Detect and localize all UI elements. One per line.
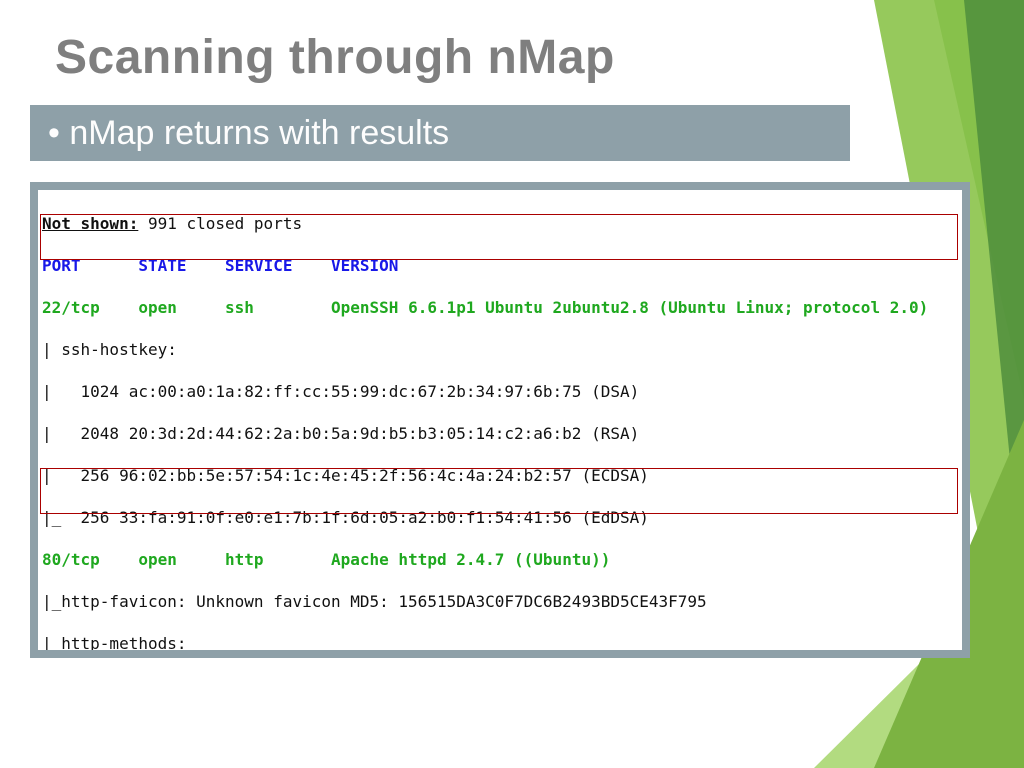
slide-subtitle: • nMap returns with results [30, 105, 850, 161]
svc-80: http [225, 550, 264, 569]
ssh-key-rsa: | 2048 20:3d:2d:44:62:2a:b0:5a:9d:b5:b3:… [42, 423, 958, 444]
terminal-output: Not shown: 991 closed ports PORT STATE S… [38, 190, 962, 650]
col-version: VERSION [331, 256, 398, 275]
ssh-hostkey-label: | ssh-hostkey: [42, 339, 958, 360]
state-22: open [138, 298, 177, 317]
slide-title: Scanning through nMap [55, 30, 615, 85]
not-shown-value: 991 closed ports [138, 214, 302, 233]
port-80: 80/tcp [42, 550, 100, 569]
port-22: 22/tcp [42, 298, 100, 317]
col-state: STATE [138, 256, 186, 275]
ssh-key-ecdsa: | 256 96:02:bb:5e:57:54:1c:4e:45:2f:56:4… [42, 465, 958, 486]
ver-22: OpenSSH 6.6.1p1 Ubuntu 2ubuntu2.8 (Ubunt… [331, 298, 928, 317]
state-80: open [138, 550, 177, 569]
col-port: PORT [42, 256, 81, 275]
ver-80: Apache httpd 2.4.7 ((Ubuntu)) [331, 550, 610, 569]
ssh-key-eddsa: |_ 256 33:fa:91:0f:e0:e1:7b:1f:6d:05:a2:… [42, 507, 958, 528]
terminal-container: Not shown: 991 closed ports PORT STATE S… [30, 182, 970, 658]
svc-22: ssh [225, 298, 254, 317]
http-methods-label: | http-methods: [42, 633, 958, 650]
slide: Scanning through nMap • nMap returns wit… [0, 0, 1024, 768]
http-favicon: |_http-favicon: Unknown favicon MD5: 156… [42, 591, 958, 612]
not-shown-label: Not shown: [42, 214, 138, 233]
ssh-key-dsa: | 1024 ac:00:a0:1a:82:ff:cc:55:99:dc:67:… [42, 381, 958, 402]
col-service: SERVICE [225, 256, 292, 275]
